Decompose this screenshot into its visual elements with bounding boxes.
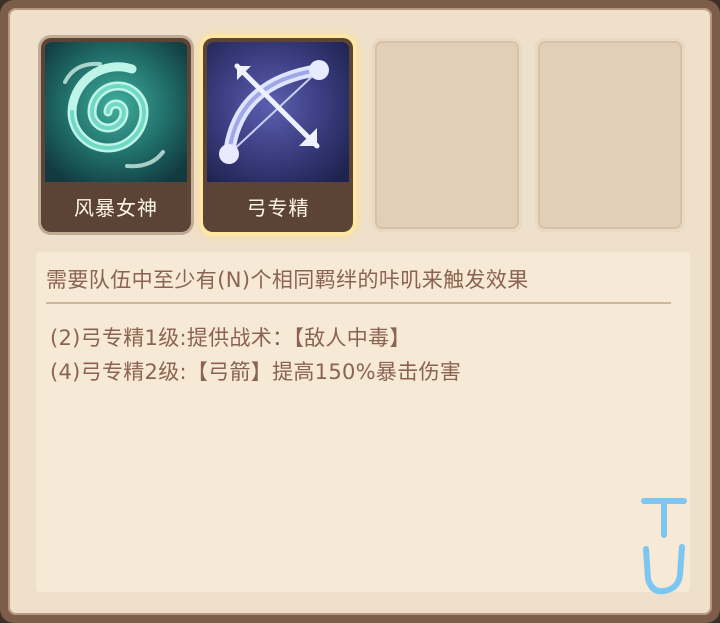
tv-watermark-logo <box>638 493 698 603</box>
card-storm-goddess[interactable]: 风暴女神 <box>41 38 191 232</box>
bow-arrow-icon <box>207 42 349 182</box>
synergy-card-row: 风暴女神 弓专精 <box>38 38 698 238</box>
card-label: 弓专精 <box>246 196 310 220</box>
card-bow-mastery[interactable]: 弓专精 <box>203 38 353 232</box>
synergy-description-box: 需要队伍中至少有(N)个相同羁绊的咔叽来触发效果 (2)弓专精1级:提供战术：【… <box>36 252 690 592</box>
synergy-tier-2: (4)弓专精2级:【弓箭】提高150%暴击伤害 <box>50 360 462 384</box>
card-slot-empty[interactable] <box>535 38 685 232</box>
storm-swirl-icon <box>45 42 187 182</box>
synergy-tier-1: (2)弓专精1级:提供战术：【敌人中毒】 <box>50 326 411 350</box>
synergy-panel-frame: 风暴女神 弓专精 需要队伍中至少有(N)个相同羁绊的咔叽来触发效果 (2)弓专精… <box>0 0 720 623</box>
card-label: 风暴女神 <box>74 196 158 220</box>
synergy-panel: 风暴女神 弓专精 需要队伍中至少有(N)个相同羁绊的咔叽来触发效果 (2)弓专精… <box>8 8 712 615</box>
card-slot-empty[interactable] <box>372 38 522 232</box>
synergy-requirement-text: 需要队伍中至少有(N)个相同羁绊的咔叽来触发效果 <box>46 264 671 304</box>
